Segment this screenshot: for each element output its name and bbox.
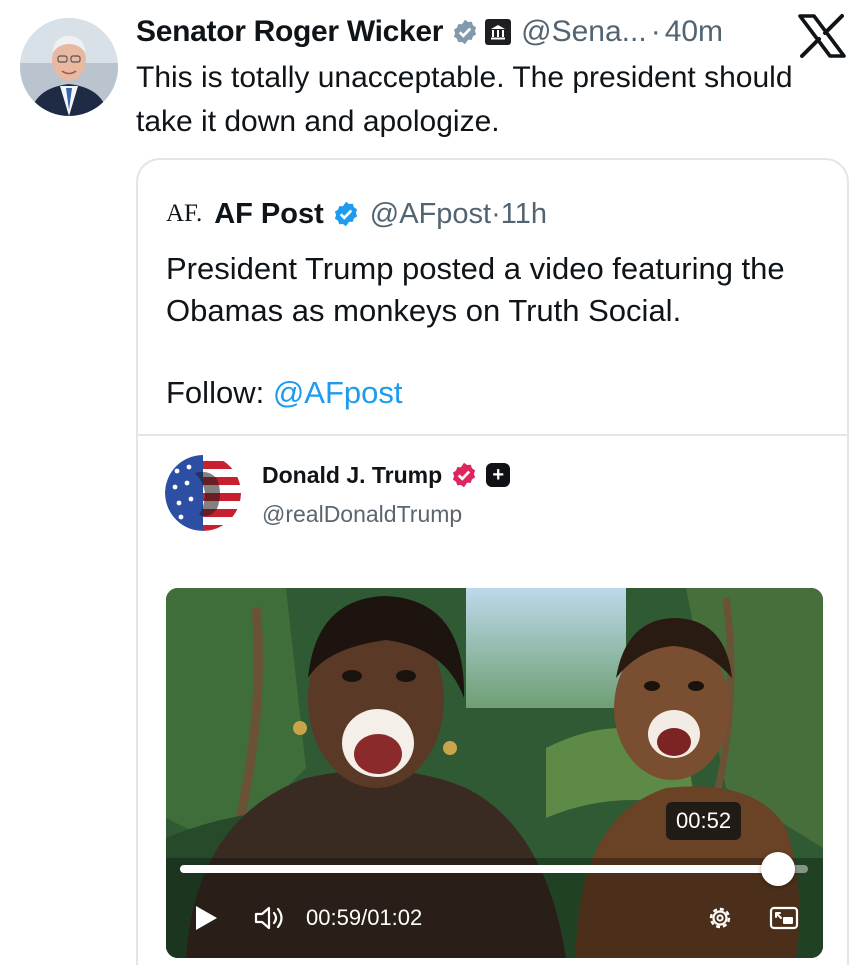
follow-plus-icon[interactable]: + xyxy=(486,463,511,487)
video-scrubber-handle[interactable] xyxy=(760,852,795,886)
volume-icon[interactable] xyxy=(250,893,290,943)
video-progress-bar[interactable] xyxy=(180,852,808,886)
x-logo-icon[interactable] xyxy=(796,12,848,60)
video-time-readout: 00:59/01:02 xyxy=(306,893,422,943)
verified-badge-icon xyxy=(332,200,360,228)
play-icon[interactable] xyxy=(188,893,224,943)
embedded-author-handle[interactable]: @realDonaldTrump xyxy=(262,501,462,528)
af-post-logo[interactable]: AF. xyxy=(166,200,202,228)
tweet-text: This is totally unacceptable. The presid… xyxy=(136,61,793,138)
author-avatar[interactable] xyxy=(20,18,118,116)
tweet: Senator Roger Wicker @Sena... · 40m This… xyxy=(0,0,868,965)
tweet-header: Senator Roger Wicker @Sena... · 40m xyxy=(136,12,723,52)
author-name[interactable]: Senator Roger Wicker xyxy=(136,15,443,49)
settings-gear-icon[interactable] xyxy=(700,893,740,943)
author-handle[interactable]: @Sena... xyxy=(521,15,647,49)
quoted-author-handle[interactable]: @AFpost xyxy=(370,198,491,231)
separator-dot: · xyxy=(491,197,501,230)
current-time: 00:59 xyxy=(306,905,362,930)
follow-line: Follow: @AFpost xyxy=(166,372,403,414)
picture-in-picture-icon[interactable] xyxy=(764,893,804,943)
quoted-tweet-time[interactable]: 11h xyxy=(501,198,547,231)
video-controls: 00:59/01:02 xyxy=(166,893,823,943)
embedded-author-avatar[interactable] xyxy=(165,455,241,531)
government-building-icon xyxy=(485,19,512,45)
video-progress-fill xyxy=(180,865,778,873)
quoted-author-name[interactable]: AF Post xyxy=(214,198,324,231)
duration: 01:02 xyxy=(367,905,423,930)
quoted-tweet-header: AF. AF Post @AFpost · 11h xyxy=(166,196,547,232)
verified-badge-icon xyxy=(451,18,479,46)
video-player[interactable]: 00:52 00:59/01:02 xyxy=(166,588,823,958)
quoted-tweet-text: President Trump posted a video featuring… xyxy=(166,251,785,328)
quoted-tweet[interactable]: AF. AF Post @AFpost · 11h President Trum… xyxy=(136,158,849,965)
verified-badge-icon xyxy=(450,461,478,489)
embedded-author-name-row: Donald J. Trump + xyxy=(262,461,511,489)
hover-time-tooltip: 00:52 xyxy=(666,802,742,840)
separator-dot: · xyxy=(650,15,661,48)
tweet-time[interactable]: 40m xyxy=(665,15,723,49)
follow-mention-link[interactable]: @AFpost xyxy=(273,375,403,410)
divider xyxy=(138,434,847,436)
follow-label: Follow: xyxy=(166,375,265,410)
embedded-author-name[interactable]: Donald J. Trump xyxy=(262,462,442,489)
